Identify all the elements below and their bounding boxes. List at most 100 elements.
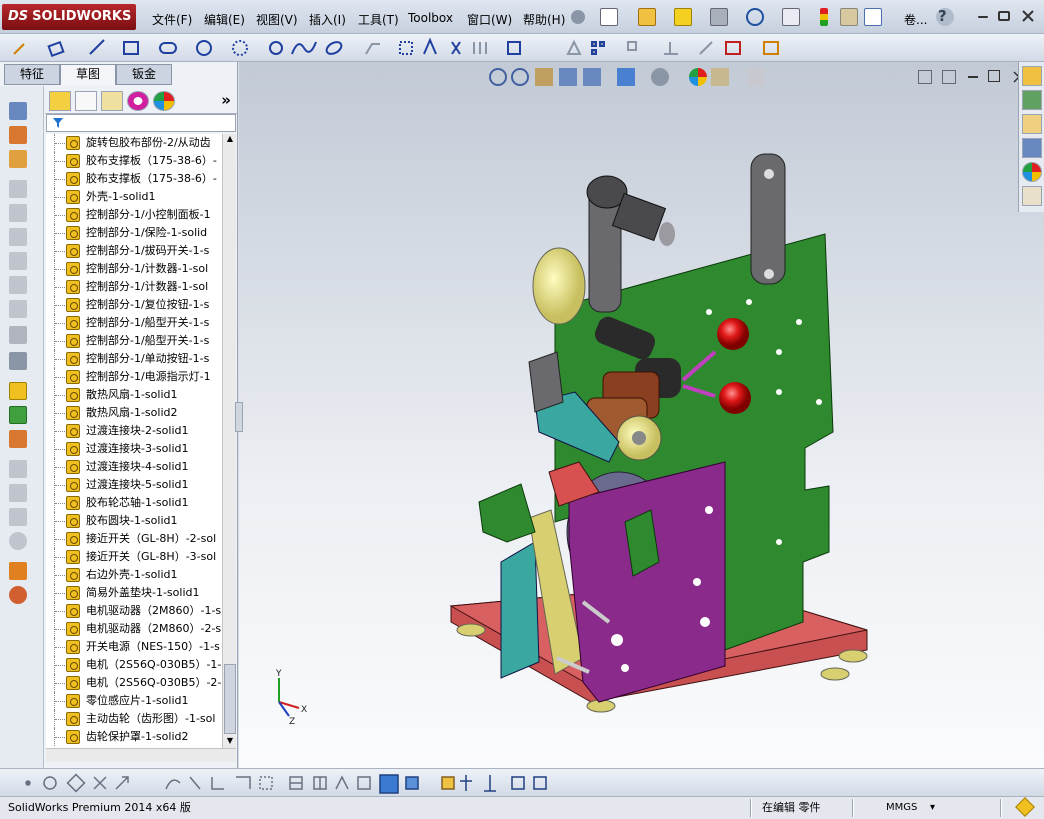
boundary-icon[interactable] — [9, 204, 27, 222]
dome-icon[interactable] — [9, 532, 27, 550]
machine-assembly-model[interactable]: Y X Z — [239, 62, 1044, 768]
menu-file[interactable]: 文件(F) — [152, 11, 192, 28]
tree-item[interactable]: 开关电源（NES-150）-1-s — [46, 638, 222, 656]
tree-item[interactable]: 电机驱动器（2M860）-1-s — [46, 602, 222, 620]
pin-icon[interactable] — [571, 10, 585, 24]
custom-properties-icon[interactable] — [1022, 186, 1042, 206]
fillet-icon[interactable] — [9, 326, 27, 344]
dimxpert-icon[interactable] — [127, 91, 149, 111]
tree-item[interactable]: 零位感应片-1-solid1 — [46, 692, 222, 710]
tree-item[interactable]: 简易外盖垫块-1-solid1 — [46, 584, 222, 602]
tree-item[interactable]: 过渡连接块-5-solid1 — [46, 476, 222, 494]
feature-tree-icon[interactable] — [49, 91, 71, 111]
swept-cut-icon[interactable] — [9, 276, 27, 294]
tree-item[interactable]: 散热风扇-1-solid2 — [46, 404, 222, 422]
tree-item[interactable]: 胶布圆块-1-solid1 — [46, 512, 222, 530]
loft-icon[interactable] — [9, 180, 27, 198]
tree-vertical-scrollbar[interactable]: ▲ ▼ — [222, 134, 236, 748]
tree-item[interactable]: 旋转包胶布部份-2/从动齿 — [46, 134, 222, 152]
bottom-tools-icons[interactable] — [0, 769, 560, 797]
scroll-up-arrow[interactable]: ▲ — [224, 134, 236, 146]
extrude-cut-icon[interactable] — [9, 228, 27, 246]
curves-icon[interactable] — [9, 586, 27, 604]
filter-icon[interactable] — [52, 117, 64, 129]
tree-item[interactable]: 控制部分-1/船型开关-1-s — [46, 332, 222, 350]
view-palette-icon[interactable] — [1022, 138, 1042, 158]
tree-horizontal-scrollbar[interactable] — [46, 748, 236, 762]
select-pointer-icon[interactable] — [782, 8, 800, 26]
tree-item[interactable]: 电机（2S56Q-030B5）-2-s — [46, 674, 222, 692]
traffic-light-icon[interactable] — [820, 8, 828, 26]
tree-item[interactable]: 胶布支撑板（175-38-6）- — [46, 152, 222, 170]
tree-item[interactable]: 控制部分-1/电源指示灯-1 — [46, 368, 222, 386]
menu-edit[interactable]: 编辑(E) — [204, 11, 245, 28]
tree-item[interactable]: 电机驱动器（2M860）-2-s — [46, 620, 222, 638]
print-icon[interactable] — [710, 8, 728, 26]
shell-icon[interactable] — [9, 484, 27, 502]
revolve-cut-icon[interactable] — [9, 252, 27, 270]
tag-icon[interactable] — [1015, 797, 1035, 817]
tree-item[interactable]: 胶布轮芯轴-1-solid1 — [46, 494, 222, 512]
configuration-manager-icon[interactable] — [101, 91, 123, 111]
reference-geometry-icon[interactable] — [9, 562, 27, 580]
tree-item[interactable]: 接近开关（GL-8H）-3-sol — [46, 548, 222, 566]
property-manager-icon[interactable] — [75, 91, 97, 111]
panel-collapse-handle[interactable] — [235, 402, 243, 432]
tree-item[interactable]: 控制部分-1/保险-1-solid — [46, 224, 222, 242]
tree-item[interactable]: 控制部分-1/计数器-1-sol — [46, 260, 222, 278]
solidworks-resources-icon[interactable] — [1022, 66, 1042, 86]
linear-pattern-icon[interactable] — [9, 382, 27, 400]
tree-item[interactable]: 过渡连接块-2-solid1 — [46, 422, 222, 440]
tree-item[interactable]: 控制部分-1/船型开关-1-s — [46, 314, 222, 332]
tree-item[interactable]: 过渡连接块-3-solid1 — [46, 440, 222, 458]
open-icon[interactable] — [638, 8, 656, 26]
units-caret-icon[interactable]: ▾ — [926, 798, 939, 818]
menu-toolbox[interactable]: Toolbox — [408, 11, 453, 25]
options-icon[interactable] — [840, 8, 858, 26]
menu-window[interactable]: 窗口(W) — [467, 11, 512, 28]
graphics-area[interactable]: Y X Z — [235, 62, 1044, 768]
mirror-icon[interactable] — [9, 406, 27, 424]
draft-icon[interactable] — [9, 460, 27, 478]
tree-item[interactable]: 胶布支撑板（175-38-6）- — [46, 170, 222, 188]
tree-item[interactable]: 电机（2S56Q-030B5）-1-s — [46, 656, 222, 674]
tree-item[interactable]: 齿轮保护罩-1-solid2 — [46, 728, 222, 746]
wrap-icon[interactable] — [9, 508, 27, 526]
tree-item[interactable]: 控制部分-1/拔码开关-1-s — [46, 242, 222, 260]
new-document-icon[interactable] — [600, 8, 618, 26]
restore-icon[interactable] — [998, 11, 1010, 21]
menu-tools[interactable]: 工具(T) — [358, 11, 399, 28]
solidworks-logo[interactable]: DS SOLIDWORKS — [2, 4, 136, 30]
tree-item[interactable]: 控制部分-1/单动按钮-1-s — [46, 350, 222, 368]
tree-item[interactable]: 控制部分-1/复位按钮-1-s — [46, 296, 222, 314]
filter-bar[interactable] — [46, 114, 236, 132]
tree-item[interactable]: 接近开关（GL-8H）-2-sol — [46, 530, 222, 548]
menu-insert[interactable]: 插入(I) — [309, 11, 346, 28]
scroll-thumb[interactable] — [224, 664, 236, 734]
expand-panel-icon[interactable]: » — [221, 91, 231, 109]
units-selector[interactable]: MMGS — [882, 798, 921, 818]
close-icon[interactable] — [1020, 8, 1036, 24]
tab-sheet-metal[interactable]: 钣金 — [116, 64, 172, 85]
file-explorer-icon[interactable] — [1022, 114, 1042, 134]
appearances-icon[interactable] — [1022, 162, 1042, 182]
minimize-icon[interactable] — [978, 16, 988, 18]
revolve-icon[interactable] — [9, 126, 27, 144]
tree-item[interactable]: 控制部分-1/小控制面板-1 — [46, 206, 222, 224]
tree-item[interactable]: 控制部分-1/计数器-1-sol — [46, 278, 222, 296]
menu-view[interactable]: 视图(V) — [256, 11, 298, 28]
file-properties-icon[interactable] — [864, 8, 882, 26]
tree-item[interactable]: 散热风扇-1-solid1 — [46, 386, 222, 404]
tree-item[interactable]: 右边外壳-1-solid1 — [46, 566, 222, 584]
help-icon[interactable]: ? — [938, 7, 947, 25]
sweep-icon[interactable] — [9, 150, 27, 168]
scroll-down-arrow[interactable]: ▼ — [224, 736, 236, 748]
rebuild-warning-icon[interactable] — [674, 8, 692, 26]
sketch-tools-icons[interactable] — [0, 34, 790, 62]
tab-sketch[interactable]: 草图 — [60, 64, 116, 85]
menu-help[interactable]: 帮助(H) — [523, 11, 565, 28]
tree-item[interactable]: 主动齿轮（齿形图）-1-sol — [46, 710, 222, 728]
search-label[interactable]: 卷... — [904, 11, 927, 28]
tree-item[interactable]: 外壳-1-solid1 — [46, 188, 222, 206]
hole-wizard-icon[interactable] — [9, 352, 27, 370]
